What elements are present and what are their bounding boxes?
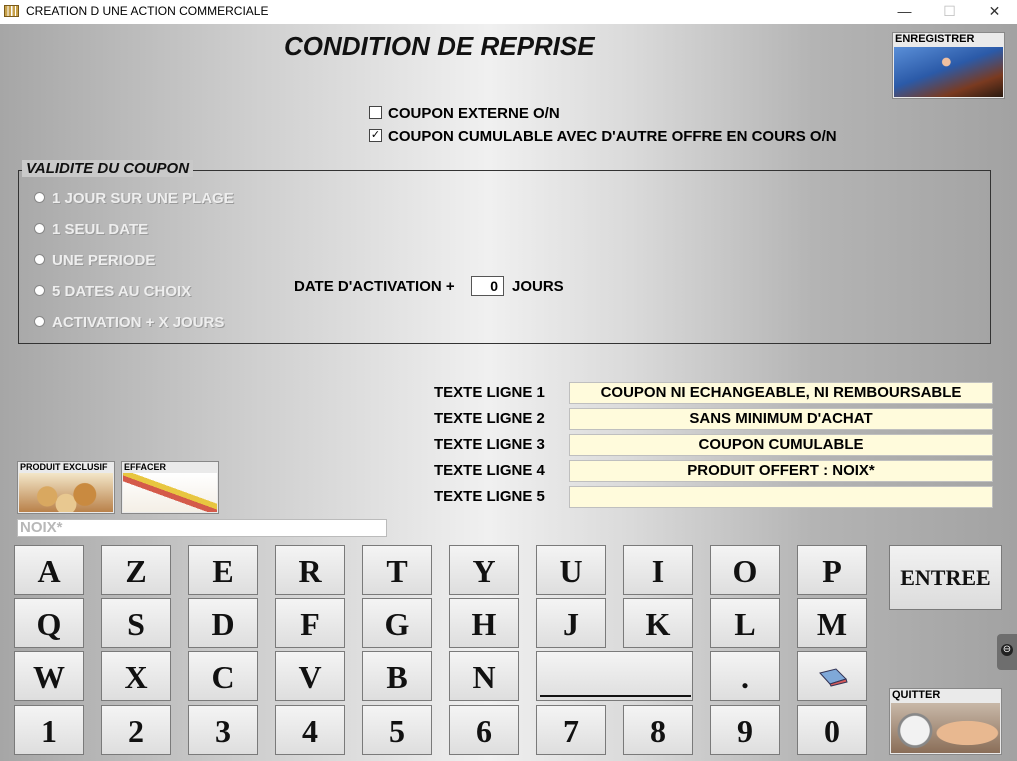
key-9[interactable]: 9 [710, 705, 780, 755]
key-backspace[interactable] [797, 651, 867, 701]
external-coupon-label: COUPON EXTERNE O/N [388, 105, 560, 122]
key-w[interactable]: W [14, 651, 84, 701]
key-k[interactable]: K [623, 598, 693, 648]
key-x[interactable]: X [101, 651, 171, 701]
key-g[interactable]: G [362, 598, 432, 648]
quit-button-label: QUITTER [892, 689, 941, 701]
minimize-button[interactable]: — [882, 0, 927, 24]
radio-label: ACTIVATION + X JOURS [52, 314, 225, 331]
key-y[interactable]: Y [449, 545, 519, 595]
activation-unit-label: JOURS [512, 278, 564, 295]
text-line-1-input[interactable]: COUPON NI ECHANGEABLE, NI REMBOURSABLE [569, 382, 993, 404]
validity-group-title: VALIDITE DU COUPON [22, 160, 194, 177]
radio-label: 1 JOUR SUR UNE PLAGE [52, 190, 234, 207]
key-e[interactable]: E [188, 545, 258, 595]
key-0[interactable]: 0 [797, 705, 867, 755]
radio-one-day-range[interactable]: 1 JOUR SUR UNE PLAGE [34, 190, 234, 207]
external-coupon-checkbox[interactable]: COUPON EXTERNE O/N [369, 105, 560, 122]
key-n[interactable]: N [449, 651, 519, 701]
key-f[interactable]: F [275, 598, 345, 648]
text-line-1-label: TEXTE LIGNE 1 [434, 384, 545, 401]
radio-icon[interactable] [34, 284, 45, 296]
bakery-products-icon [19, 473, 113, 512]
key-v[interactable]: V [275, 651, 345, 701]
exclusive-product-button[interactable]: PRODUIT EXCLUSIF [17, 461, 115, 514]
key-u[interactable]: U [536, 545, 606, 595]
key-4[interactable]: 4 [275, 705, 345, 755]
enter-button[interactable]: ENTREE [889, 545, 1002, 610]
key-t[interactable]: T [362, 545, 432, 595]
key-7[interactable]: 7 [536, 705, 606, 755]
save-button-label: ENREGISTRER [895, 33, 975, 45]
pencil-eraser-icon [123, 473, 217, 512]
key-h[interactable]: H [449, 598, 519, 648]
radio-icon[interactable] [34, 253, 45, 265]
close-button[interactable]: ✕ [972, 0, 1017, 24]
search-input[interactable]: NOIX* [17, 519, 387, 537]
key-c[interactable]: C [188, 651, 258, 701]
key-m[interactable]: M [797, 598, 867, 648]
text-line-5-input[interactable] [569, 486, 993, 508]
radio-five-dates[interactable]: 5 DATES AU CHOIX [34, 283, 191, 300]
text-line-3-input[interactable]: COUPON CUMULABLE [569, 434, 993, 456]
window-title: CREATION D UNE ACTION COMMERCIALE [26, 4, 269, 18]
key-r[interactable]: R [275, 545, 345, 595]
radio-label: 1 SEUL DATE [52, 221, 149, 238]
key-z[interactable]: Z [101, 545, 171, 595]
checkmark-icon[interactable]: ✓ [369, 128, 382, 142]
text-line-4-label: TEXTE LIGNE 4 [434, 462, 545, 479]
key-q[interactable]: Q [14, 598, 84, 648]
checkbox-unchecked-icon[interactable] [369, 105, 382, 119]
eraser-icon [819, 668, 848, 687]
key-3[interactable]: 3 [188, 705, 258, 755]
key-8[interactable]: 8 [623, 705, 693, 755]
text-line-2-label: TEXTE LIGNE 2 [434, 410, 545, 427]
radio-icon[interactable] [34, 315, 45, 327]
text-line-3-label: TEXTE LIGNE 3 [434, 436, 545, 453]
radio-single-date[interactable]: 1 SEUL DATE [34, 221, 148, 238]
cumulative-coupon-checkbox[interactable]: ✓ COUPON CUMULABLE AVEC D'AUTRE OFFRE EN … [369, 128, 837, 145]
page-title: CONDITION DE REPRISE [284, 31, 595, 61]
key-o[interactable]: O [710, 545, 780, 595]
key-a[interactable]: A [14, 545, 84, 595]
radio-activation-days[interactable]: ACTIVATION + X JOURS [34, 314, 224, 331]
key-2[interactable]: 2 [101, 705, 171, 755]
collapse-icon: ⊖ [1001, 644, 1013, 656]
key-d[interactable]: D [188, 598, 258, 648]
alarm-clock-icon [891, 703, 1000, 753]
radio-label: 5 DATES AU CHOIX [52, 283, 192, 300]
radio-label: UNE PERIODE [52, 252, 156, 269]
key-i[interactable]: I [623, 545, 693, 595]
key-s[interactable]: S [101, 598, 171, 648]
key-space[interactable] [536, 651, 693, 701]
text-line-2-input[interactable]: SANS MINIMUM D'ACHAT [569, 408, 993, 430]
radio-icon[interactable] [34, 191, 45, 203]
key-1[interactable]: 1 [14, 705, 84, 755]
hand-press-icon [894, 47, 1003, 97]
key-b[interactable]: B [362, 651, 432, 701]
quit-button[interactable]: QUITTER [889, 688, 1002, 755]
activation-days-input[interactable]: 0 [471, 276, 504, 296]
erase-label: EFFACER [124, 462, 167, 472]
cumulative-coupon-label: COUPON CUMULABLE AVEC D'AUTRE OFFRE EN C… [388, 128, 837, 145]
side-panel-tab[interactable]: ⊖ [997, 634, 1017, 670]
key-j[interactable]: J [536, 598, 606, 648]
title-bar: CREATION D UNE ACTION COMMERCIALE — ☐ ✕ [0, 0, 1017, 25]
text-line-5-label: TEXTE LIGNE 5 [434, 488, 545, 505]
save-button[interactable]: ENREGISTRER [892, 32, 1005, 99]
key-p[interactable]: P [797, 545, 867, 595]
key-dot[interactable]: . [710, 651, 780, 701]
radio-period[interactable]: UNE PERIODE [34, 252, 155, 269]
app-icon [4, 5, 19, 17]
space-bar-line [540, 695, 691, 697]
erase-button[interactable]: EFFACER [121, 461, 219, 514]
radio-icon[interactable] [34, 222, 45, 234]
exclusive-product-label: PRODUIT EXCLUSIF [20, 462, 108, 472]
text-line-4-input[interactable]: PRODUIT OFFERT : NOIX* [569, 460, 993, 482]
activation-label: DATE D'ACTIVATION + [294, 278, 455, 295]
key-l[interactable]: L [710, 598, 780, 648]
maximize-button[interactable]: ☐ [927, 0, 972, 24]
key-5[interactable]: 5 [362, 705, 432, 755]
key-6[interactable]: 6 [449, 705, 519, 755]
